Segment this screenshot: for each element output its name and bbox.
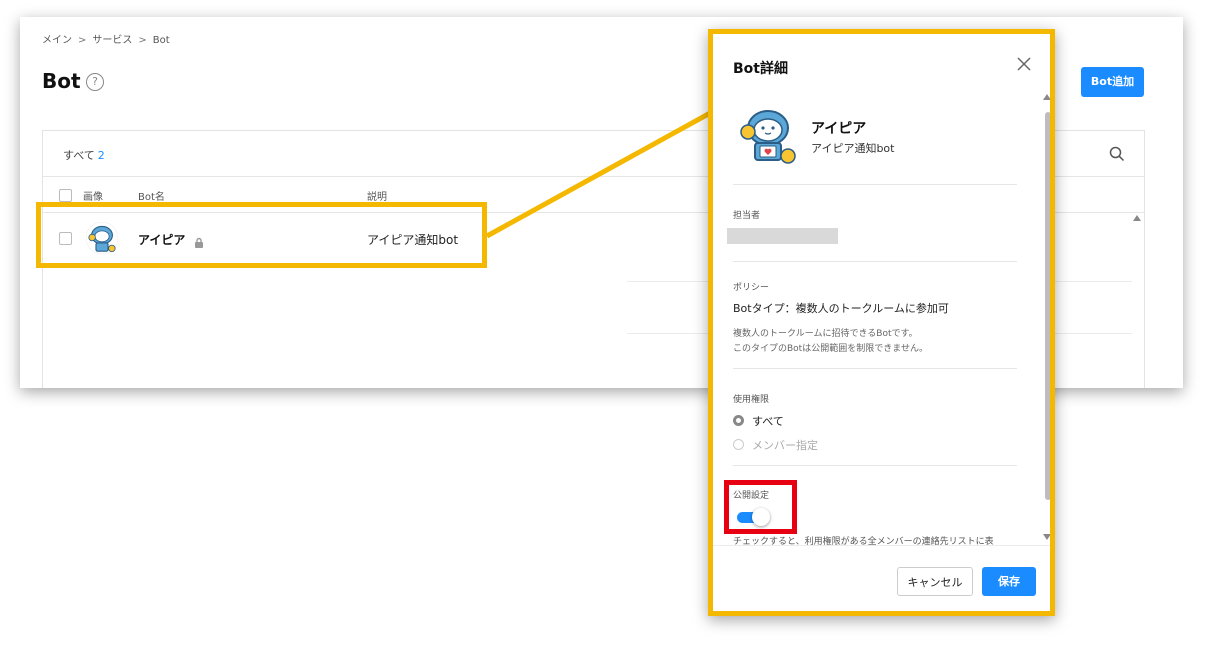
detail-title: Bot詳細 xyxy=(733,61,788,77)
cancel-button[interactable]: キャンセル xyxy=(897,567,973,596)
detail-bot-name: アイピア xyxy=(811,121,867,137)
chevron-right-icon: > xyxy=(138,35,147,46)
scroll-up-arrow[interactable] xyxy=(1133,215,1141,221)
all-filter[interactable]: すべて 2 xyxy=(63,147,105,163)
bot-detail-panel: Bot詳細 アイピア アイピア通知bot 担当者 ポリシー Botタイプ：複数人… xyxy=(708,29,1055,616)
scroll-up-arrow[interactable] xyxy=(1043,94,1050,100)
toggle-highlight-frame xyxy=(724,480,797,534)
policy-type: Botタイプ：複数人のトークルームに参加可 xyxy=(733,302,949,315)
close-icon[interactable] xyxy=(1016,56,1032,72)
breadcrumb-service[interactable]: サービス xyxy=(92,31,132,46)
bot-avatar xyxy=(738,104,798,166)
divider xyxy=(733,261,1017,262)
radio-all-label: すべて xyxy=(752,415,784,428)
divider xyxy=(733,184,1017,185)
all-filter-count: 2 xyxy=(97,149,105,162)
row-highlight-frame xyxy=(36,202,487,268)
column-header-name[interactable]: Bot名 xyxy=(138,188,165,203)
column-header-description: 説明 xyxy=(367,192,387,203)
divider xyxy=(733,368,1017,369)
policy-note-1: 複数人のトークルームに招待できるBotです。 xyxy=(733,329,918,339)
chevron-right-icon: > xyxy=(78,35,87,46)
owner-label: 担当者 xyxy=(733,211,761,221)
policy-label: ポリシー xyxy=(733,283,770,293)
breadcrumb-bot: Bot xyxy=(152,35,170,46)
column-header-image: 画像 xyxy=(83,192,103,203)
divider xyxy=(713,545,1050,546)
breadcrumb-main[interactable]: メイン xyxy=(42,31,72,46)
policy-note-2: このタイプのBotは公開範囲を制限できません。 xyxy=(733,344,928,354)
select-all-checkbox[interactable] xyxy=(59,189,72,202)
scroll-down-arrow[interactable] xyxy=(1043,534,1050,540)
save-button[interactable]: 保存 xyxy=(982,567,1036,596)
all-filter-label: すべて xyxy=(63,149,95,162)
page-title: Bot xyxy=(42,69,81,93)
detail-bot-subtitle: アイピア通知bot xyxy=(811,142,895,155)
radio-all[interactable] xyxy=(733,415,744,426)
search-icon[interactable] xyxy=(1108,145,1126,163)
breadcrumb: メイン > サービス > Bot xyxy=(42,31,170,46)
help-icon[interactable]: ? xyxy=(86,73,104,91)
radio-members-label: メンバー指定 xyxy=(752,439,818,452)
permission-label: 使用権限 xyxy=(733,395,770,405)
add-bot-button[interactable]: Bot追加 xyxy=(1081,67,1144,97)
radio-members[interactable] xyxy=(733,439,744,450)
scrollbar-thumb[interactable] xyxy=(1045,112,1050,500)
divider xyxy=(733,465,1017,466)
owner-redacted-bar xyxy=(727,228,838,244)
